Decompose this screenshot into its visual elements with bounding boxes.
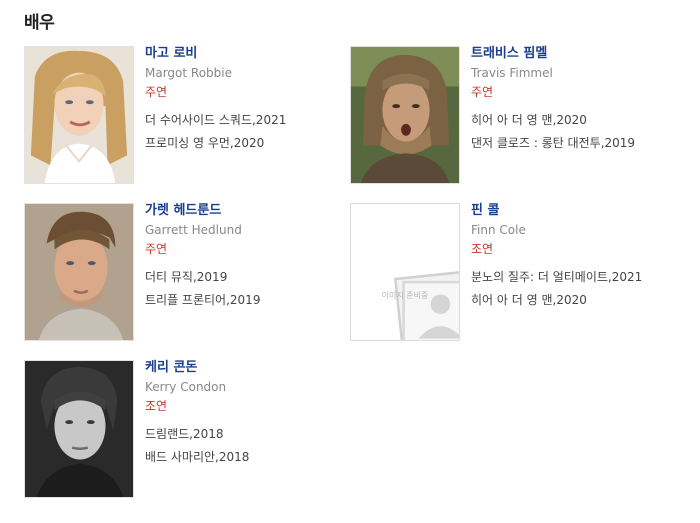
actor-name-ko[interactable]: 가렛 헤드룬드	[145, 203, 365, 219]
actor-role: 주연	[145, 242, 168, 256]
filmography-list: 히어 아 더 영 맨,2020 댄저 클로즈 : 롱탄 대전투,2019	[471, 112, 691, 151]
actor-role: 조연	[471, 242, 494, 256]
actor-name-en: Travis Fimmel	[471, 66, 553, 80]
actor-card: 케리 콘돈 Kerry Condon 조연 드림랜드,2018 배드 사마리안,…	[24, 360, 354, 500]
filmography-list: 더 수어사이드 스쿼드,2021 프로미싱 영 우먼,2020	[145, 112, 365, 151]
actor-photo[interactable]	[24, 360, 134, 498]
filmography-item[interactable]: 더티 뮤직,2019	[145, 269, 365, 285]
filmography-list: 드림랜드,2018 배드 사마리안,2018	[145, 426, 365, 465]
filmography-item[interactable]: 트리플 프론티어,2019	[145, 292, 365, 308]
actor-photo[interactable]	[24, 46, 134, 184]
filmography-item[interactable]: 더 수어사이드 스쿼드,2021	[145, 112, 365, 128]
actor-name-en: Garrett Hedlund	[145, 223, 242, 237]
filmography-list: 분노의 질주: 더 얼티메이트,2021 히어 아 더 영 맨,2020	[471, 269, 691, 308]
filmography-item[interactable]: 배드 사마리안,2018	[145, 449, 365, 465]
actor-card: 트래비스 핌멜 Travis Fimmel 주연 히어 아 더 영 맨,2020…	[350, 46, 680, 186]
filmography-item[interactable]: 히어 아 더 영 맨,2020	[471, 292, 691, 308]
actor-name-en: Kerry Condon	[145, 380, 227, 394]
filmography-item[interactable]: 분노의 질주: 더 얼티메이트,2021	[471, 269, 691, 285]
actor-role: 주연	[145, 85, 168, 99]
actor-name-ko[interactable]: 트래비스 핌멜	[471, 46, 691, 62]
actor-name-ko[interactable]: 핀 콜	[471, 203, 691, 219]
actor-name-en: Margot Robbie	[145, 66, 232, 80]
actor-card: 마고 로비 Margot Robbie 주연 더 수어사이드 스쿼드,2021 …	[24, 46, 354, 186]
actor-card: 이미지 준비중 핀 콜 Finn Cole 조연 분노의 질주: 더 얼티메이트…	[350, 203, 680, 343]
section-title: 배우	[24, 13, 55, 33]
filmography-list: 더티 뮤직,2019 트리플 프론티어,2019	[145, 269, 365, 308]
filmography-item[interactable]: 히어 아 더 영 맨,2020	[471, 112, 691, 128]
filmography-item[interactable]: 프로미싱 영 우먼,2020	[145, 135, 365, 151]
actor-photo[interactable]	[24, 203, 134, 341]
photo-placeholder[interactable]: 이미지 준비중	[350, 203, 460, 341]
actor-card: 가렛 헤드룬드 Garrett Hedlund 주연 더티 뮤직,2019 트리…	[24, 203, 354, 343]
actor-role: 조연	[145, 399, 168, 413]
filmography-item[interactable]: 드림랜드,2018	[145, 426, 365, 442]
actor-name-ko[interactable]: 마고 로비	[145, 46, 365, 62]
filmography-item[interactable]: 댄저 클로즈 : 롱탄 대전투,2019	[471, 135, 691, 151]
placeholder-text: 이미지 준비중	[381, 291, 429, 300]
actor-role: 주연	[471, 85, 494, 99]
actor-photo[interactable]	[350, 46, 460, 184]
actor-name-en: Finn Cole	[471, 223, 526, 237]
actor-name-ko[interactable]: 케리 콘돈	[145, 360, 365, 376]
